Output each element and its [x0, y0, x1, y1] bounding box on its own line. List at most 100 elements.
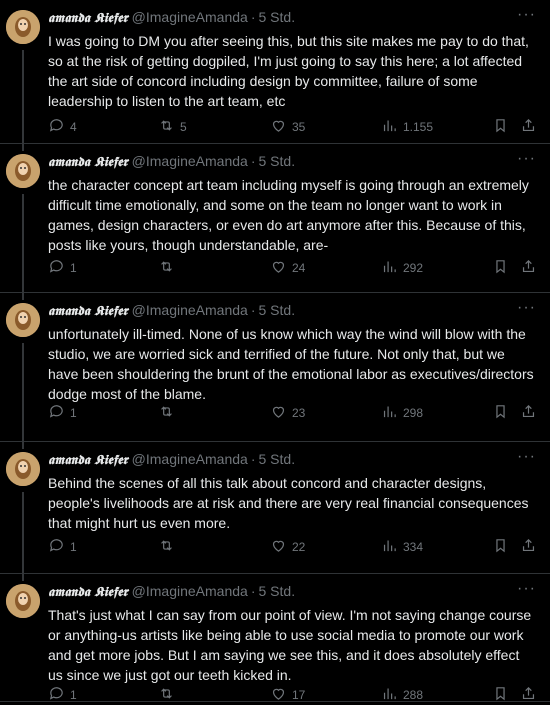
views-icon [381, 258, 398, 278]
repost-button[interactable]: 5 [158, 117, 187, 137]
repost-count: 5 [180, 120, 187, 134]
author-handle[interactable]: @ImagineAmanda [132, 451, 248, 467]
share-button[interactable] [520, 537, 537, 557]
bookmark-button[interactable] [492, 537, 509, 557]
repost-icon [158, 403, 175, 423]
avatar[interactable] [6, 452, 40, 486]
heart-icon [270, 403, 287, 423]
repost-button[interactable] [158, 685, 180, 705]
like-button[interactable]: 17 [270, 685, 305, 705]
repost-icon [158, 537, 175, 557]
more-options-icon[interactable]: ··· [517, 580, 536, 598]
reply-count: 1 [70, 688, 77, 702]
author-handle[interactable]: @ImagineAmanda [132, 9, 248, 25]
author-name[interactable]: 𝖆𝖒𝖆𝖓𝖉𝖆 𝕶𝖎𝖊𝖋𝖊𝖗 [48, 585, 128, 600]
share-button[interactable] [520, 403, 537, 423]
separator-dot: · [250, 302, 256, 318]
avatar[interactable] [6, 303, 40, 337]
heart-icon [270, 537, 287, 557]
bookmark-icon [492, 403, 509, 423]
share-button[interactable] [520, 685, 537, 705]
reply-count: 1 [70, 261, 77, 275]
timestamp[interactable]: 5 Std. [259, 451, 296, 467]
author-handle[interactable]: @ImagineAmanda [132, 302, 248, 318]
views-button[interactable]: 288 [381, 685, 423, 705]
timestamp[interactable]: 5 Std. [259, 153, 296, 169]
author-name[interactable]: 𝖆𝖒𝖆𝖓𝖉𝖆 𝕶𝖎𝖊𝖋𝖊𝖗 [48, 304, 128, 319]
share-icon [520, 403, 537, 423]
separator-dot: · [250, 583, 256, 599]
tweet-header: 𝖆𝖒𝖆𝖓𝖉𝖆 𝕶𝖎𝖊𝖋𝖊𝖗 @ImagineAmanda · 5 Std. [48, 583, 550, 601]
author-name[interactable]: 𝖆𝖒𝖆𝖓𝖉𝖆 𝕶𝖎𝖊𝖋𝖊𝖗 [48, 453, 128, 468]
bookmark-icon [492, 117, 509, 137]
like-count: 35 [292, 120, 306, 134]
reply-button[interactable]: 1 [48, 403, 77, 423]
tweet[interactable]: 𝖆𝖒𝖆𝖓𝖉𝖆 𝕶𝖎𝖊𝖋𝖊𝖗 @ImagineAmanda · 5 Std. ··· u… [0, 293, 550, 449]
views-icon [381, 685, 398, 705]
thread-feed: 𝖆𝖒𝖆𝖓𝖉𝖆 𝕶𝖎𝖊𝖋𝖊𝖗 @ImagineAmanda · 5 Std. ··· I… [0, 0, 550, 702]
reply-button[interactable]: 1 [48, 537, 77, 557]
more-options-icon[interactable]: ··· [517, 448, 536, 466]
views-button[interactable]: 334 [381, 537, 423, 557]
separator-dot: · [250, 451, 256, 467]
timestamp[interactable]: 5 Std. [259, 302, 296, 318]
more-options-icon[interactable]: ··· [517, 6, 536, 24]
share-icon [520, 258, 537, 278]
reply-count: 1 [70, 540, 77, 554]
tweet-actions: 1 17 288 [48, 685, 538, 705]
tweet-header: 𝖆𝖒𝖆𝖓𝖉𝖆 𝕶𝖎𝖊𝖋𝖊𝖗 @ImagineAmanda · 5 Std. [48, 451, 550, 469]
repost-button[interactable] [158, 537, 180, 557]
tweet[interactable]: 𝖆𝖒𝖆𝖓𝖉𝖆 𝕶𝖎𝖊𝖋𝖊𝖗 @ImagineAmanda · 5 Std. ··· t… [0, 144, 550, 300]
reply-button[interactable]: 4 [48, 117, 77, 137]
repost-button[interactable] [158, 258, 180, 278]
tweet-actions: 1 22 334 [48, 537, 538, 557]
repost-icon [158, 117, 175, 137]
tweet-actions: 1 24 292 [48, 258, 538, 278]
like-button[interactable]: 23 [270, 403, 305, 423]
timestamp[interactable]: 5 Std. [259, 9, 296, 25]
bookmark-button[interactable] [492, 403, 509, 423]
tweet[interactable]: 𝖆𝖒𝖆𝖓𝖉𝖆 𝕶𝖎𝖊𝖋𝖊𝖗 @ImagineAmanda · 5 Std. ··· T… [0, 574, 550, 702]
avatar[interactable] [6, 10, 40, 44]
like-count: 24 [292, 261, 306, 275]
tweet[interactable]: 𝖆𝖒𝖆𝖓𝖉𝖆 𝕶𝖎𝖊𝖋𝖊𝖗 @ImagineAmanda · 5 Std. ··· I… [0, 0, 550, 151]
thread-connector [22, 50, 24, 151]
tweet-actions: 4 5 35 1.155 [48, 117, 538, 137]
views-button[interactable]: 1.155 [381, 117, 433, 137]
heart-icon [270, 258, 287, 278]
reply-count: 1 [70, 406, 77, 420]
tweet-header: 𝖆𝖒𝖆𝖓𝖉𝖆 𝕶𝖎𝖊𝖋𝖊𝖗 @ImagineAmanda · 5 Std. [48, 9, 550, 27]
bookmark-button[interactable] [492, 685, 509, 705]
more-options-icon[interactable]: ··· [517, 150, 536, 168]
author-name[interactable]: 𝖆𝖒𝖆𝖓𝖉𝖆 𝕶𝖎𝖊𝖋𝖊𝖗 [48, 11, 128, 26]
like-count: 17 [292, 688, 306, 702]
more-options-icon[interactable]: ··· [517, 299, 536, 317]
bookmark-button[interactable] [492, 258, 509, 278]
views-count: 1.155 [403, 120, 434, 134]
like-button[interactable]: 35 [270, 117, 305, 137]
reply-button[interactable]: 1 [48, 685, 77, 705]
like-button[interactable]: 24 [270, 258, 305, 278]
views-icon [381, 403, 398, 423]
reply-icon [48, 258, 65, 278]
repost-button[interactable] [158, 403, 180, 423]
like-button[interactable]: 22 [270, 537, 305, 557]
views-button[interactable]: 292 [381, 258, 423, 278]
share-button[interactable] [520, 117, 537, 137]
reply-button[interactable]: 1 [48, 258, 77, 278]
author-handle[interactable]: @ImagineAmanda [132, 153, 248, 169]
author-name[interactable]: 𝖆𝖒𝖆𝖓𝖉𝖆 𝕶𝖎𝖊𝖋𝖊𝖗 [48, 155, 128, 170]
tweet[interactable]: 𝖆𝖒𝖆𝖓𝖉𝖆 𝕶𝖎𝖊𝖋𝖊𝖗 @ImagineAmanda · 5 Std. ··· B… [0, 442, 550, 581]
tweet-actions: 1 23 298 [48, 403, 538, 423]
avatar[interactable] [6, 154, 40, 188]
separator-dot: · [250, 9, 256, 25]
tweet-text: I was going to DM you after seeing this,… [48, 33, 529, 109]
avatar[interactable] [6, 584, 40, 618]
author-handle[interactable]: @ImagineAmanda [132, 583, 248, 599]
views-button[interactable]: 298 [381, 403, 423, 423]
timestamp[interactable]: 5 Std. [259, 583, 296, 599]
repost-icon [158, 685, 175, 705]
share-button[interactable] [520, 258, 537, 278]
bookmark-button[interactable] [492, 117, 509, 137]
tweet-text: the character concept art team including… [48, 177, 529, 253]
